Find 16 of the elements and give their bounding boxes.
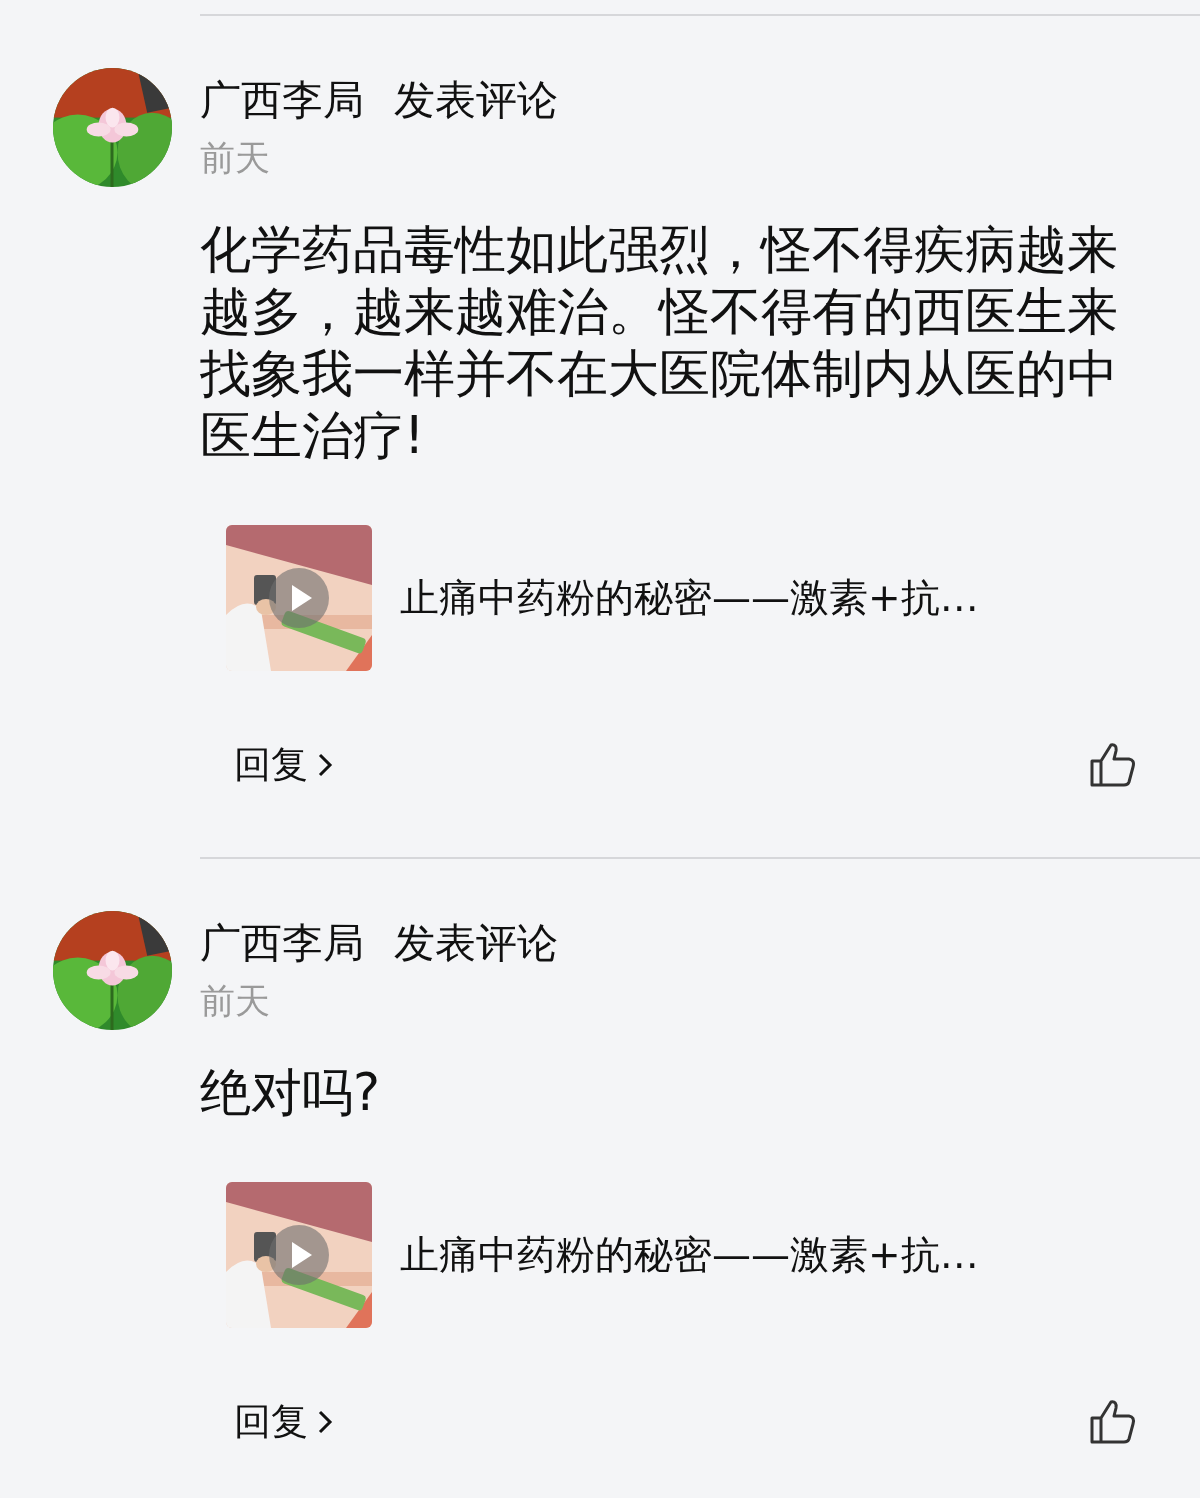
video-title[interactable]: 止痛中药粉的秘密——激素+抗…	[400, 1228, 979, 1282]
timestamp: 前天	[200, 137, 271, 180]
timestamp: 前天	[200, 980, 271, 1023]
thumbs-up-icon[interactable]	[1089, 741, 1137, 789]
author-name[interactable]: 广西李局	[200, 72, 364, 128]
play-icon[interactable]	[269, 568, 329, 628]
reply-button[interactable]: 回复	[234, 740, 334, 790]
thumbs-up-icon[interactable]	[1089, 1398, 1137, 1446]
action-text: 发表评论	[394, 917, 558, 969]
comment-text: 绝对吗?	[200, 1062, 382, 1124]
play-icon[interactable]	[269, 1225, 329, 1285]
action-text: 发表评论	[394, 74, 558, 126]
comment-text: 化学药品毒性如此强烈，怪不得疾病越来越多，越来越难治。怪不得有的西医生来找象我一样并不在大医院体制内从医的中医生治疗!	[200, 219, 1119, 467]
author-name[interactable]: 广西李局	[200, 915, 364, 971]
video-title[interactable]: 止痛中药粉的秘密——激素+抗…	[400, 571, 979, 625]
reply-button[interactable]: 回复	[234, 1397, 334, 1447]
